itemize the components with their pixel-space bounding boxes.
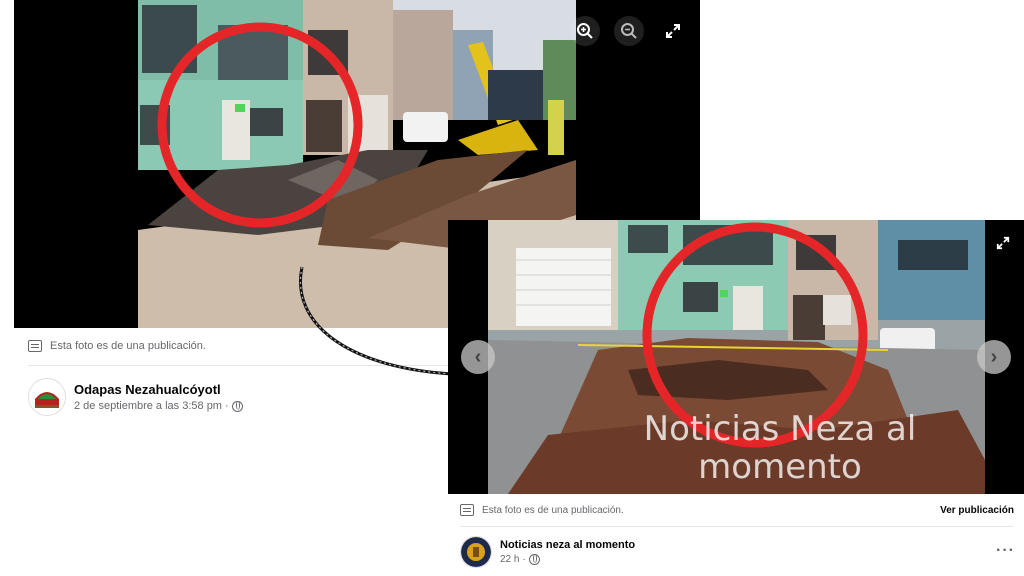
author-name[interactable]: Odapas Nezahualcóyotl [74,382,243,397]
meta-separator: · [224,400,229,412]
fullscreen-button[interactable] [658,16,688,46]
zoom-in-button[interactable] [570,16,600,46]
fullscreen-icon [666,24,680,38]
zoom-out-button[interactable] [614,16,644,46]
globe-icon [231,400,243,412]
street-excavation-image [488,220,985,494]
photo-viewer: Noticias Neza al momento ‹ › [448,220,1024,494]
photo-info-row: Esta foto es de una publicación. [28,340,206,352]
photo-info-text: Esta foto es de una publicación. [482,504,624,516]
meta-separator: · [522,554,526,565]
post-author: Odapas Nezahualcóyotl 2 de septiembre a … [28,378,243,416]
avatar[interactable] [460,536,492,568]
divider [460,526,1014,527]
zoom-in-icon [577,23,593,39]
previous-photo-button[interactable]: ‹ [461,340,495,374]
photo-info-row: Esta foto es de una publicación. Ver pub… [460,504,1014,516]
next-photo-button[interactable]: › [977,340,1011,374]
author-name[interactable]: Noticias neza al momento [500,539,635,551]
chevron-left-icon: ‹ [474,345,482,368]
photo-info-text: Esta foto es de una publicación. [50,340,206,352]
globe-icon [528,554,540,565]
post-author: Noticias neza al momento 22 h · [460,536,635,568]
see-post-link[interactable]: Ver publicación [940,505,1014,516]
post-repost: Noticias Neza al momento ‹ › Esta foto e… [448,220,1024,576]
more-options-button[interactable]: ··· [996,542,1015,560]
avatar[interactable] [28,378,66,416]
noticias-neza-logo-icon [461,537,491,567]
post-date[interactable]: 22 h [500,554,519,565]
fullscreen-button[interactable] [996,236,1010,255]
chevron-right-icon: › [990,345,998,368]
post-photo[interactable]: Noticias Neza al momento [488,220,985,494]
fullscreen-icon [996,236,1010,250]
post-info-icon [28,340,42,352]
zoom-out-icon [621,23,637,39]
odapas-logo-icon [29,379,65,415]
post-info-icon [460,504,474,516]
post-date[interactable]: 2 de septiembre a las 3:58 pm [74,400,222,412]
